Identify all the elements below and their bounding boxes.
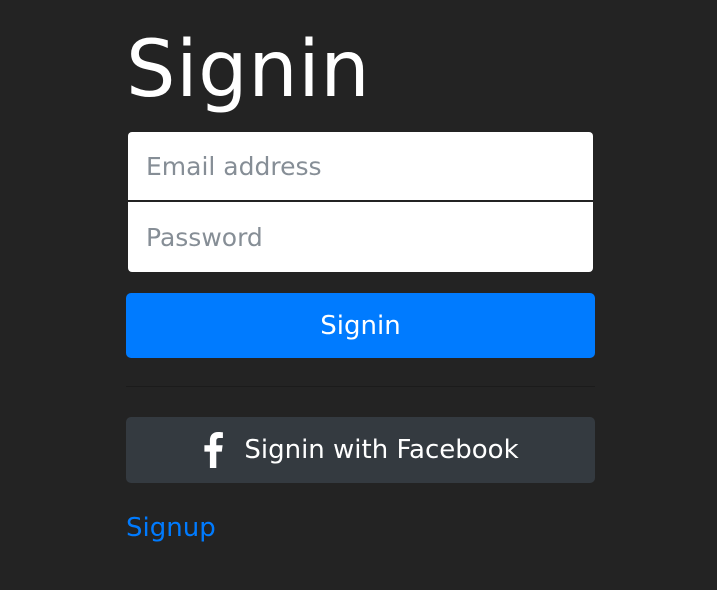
email-field[interactable] — [128, 132, 593, 202]
facebook-icon — [202, 432, 224, 468]
signup-link[interactable]: Signup — [126, 510, 216, 546]
credentials-field-group — [128, 132, 593, 272]
page-title: Signin — [126, 25, 371, 115]
signin-facebook-button[interactable]: Signin with Facebook — [126, 417, 595, 483]
signin-facebook-label: Signin with Facebook — [244, 435, 519, 465]
divider — [126, 386, 595, 387]
password-field[interactable] — [128, 202, 593, 272]
signin-button[interactable]: Signin — [126, 293, 595, 358]
